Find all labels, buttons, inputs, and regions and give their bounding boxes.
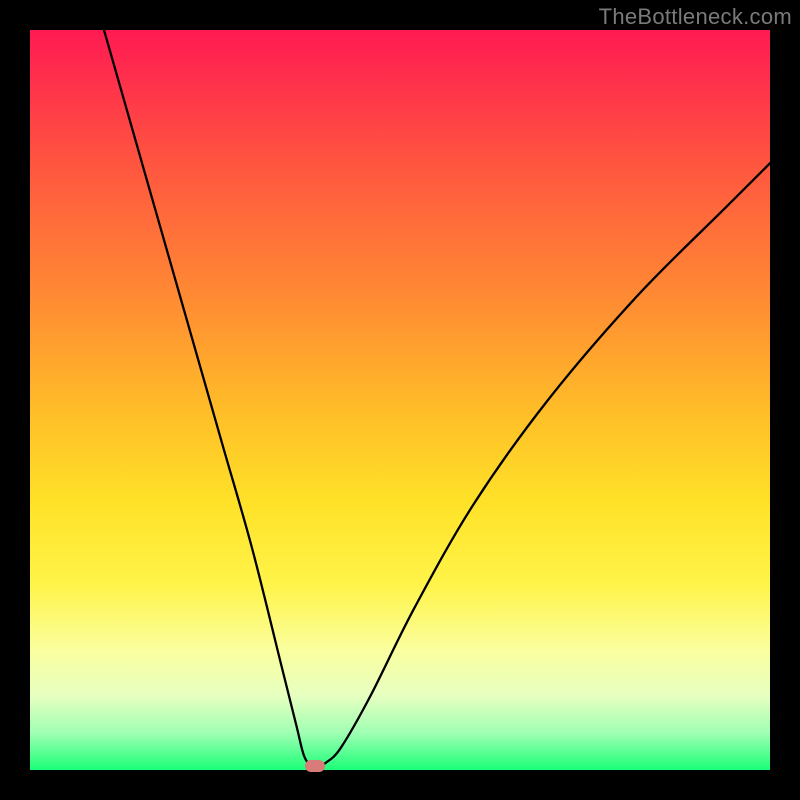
watermark-text: TheBottleneck.com xyxy=(599,4,792,30)
chart-frame: TheBottleneck.com xyxy=(0,0,800,800)
bottleneck-curve xyxy=(104,30,770,767)
min-marker xyxy=(305,760,325,772)
curve-svg xyxy=(30,30,770,770)
plot-area xyxy=(30,30,770,770)
